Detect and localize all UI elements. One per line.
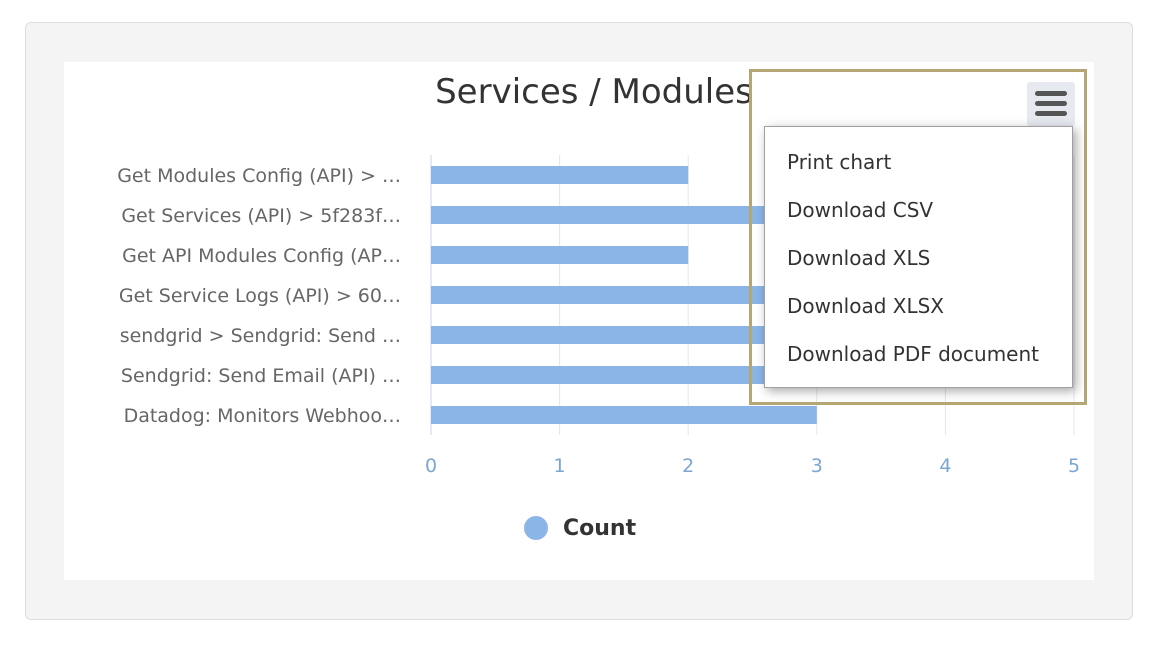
- hamburger-menu-icon-bar-3: [1035, 111, 1067, 116]
- menu-item-download-csv[interactable]: Download CSV: [765, 186, 1072, 234]
- hamburger-menu-icon: [1035, 91, 1067, 96]
- menu-item-download-xlsx[interactable]: Download XLSX: [765, 282, 1072, 330]
- category-label: Get Modules Config (API) > …: [117, 165, 401, 187]
- chart-menu-button[interactable]: [1027, 82, 1075, 126]
- menu-item-print-chart[interactable]: Print chart: [765, 138, 1072, 186]
- bar[interactable]: [431, 286, 817, 304]
- bar[interactable]: [431, 366, 817, 384]
- chart-title: Services / Modules: [435, 72, 753, 112]
- hamburger-menu-icon-bar-2: [1035, 101, 1067, 106]
- category-label: sendgrid > Sendgrid: Send …: [120, 325, 401, 347]
- category-label: Get Service Logs (API) > 60…: [119, 285, 401, 307]
- category-label: Datadog: Monitors Webhoo…: [124, 405, 401, 427]
- export-menu: Print chart Download CSV Download XLS Do…: [764, 126, 1073, 388]
- x-tick-label: 1: [554, 455, 566, 477]
- bar[interactable]: [431, 206, 817, 224]
- bar[interactable]: [431, 326, 817, 344]
- menu-item-download-pdf[interactable]: Download PDF document: [765, 330, 1072, 378]
- x-tick-label: 2: [682, 455, 694, 477]
- x-tick-label: 4: [939, 455, 951, 477]
- legend-label: Count: [563, 515, 637, 541]
- category-label: Sendgrid: Send Email (API) …: [121, 365, 401, 387]
- x-tick-label: 0: [425, 455, 437, 477]
- menu-item-download-xls[interactable]: Download XLS: [765, 234, 1072, 282]
- legend-marker-icon: [524, 516, 548, 540]
- legend-item-count[interactable]: Count: [524, 512, 636, 544]
- x-tick-label: 3: [811, 455, 823, 477]
- bar[interactable]: [431, 406, 817, 424]
- bar[interactable]: [431, 246, 689, 264]
- category-label: Get Services (API) > 5f283f…: [121, 205, 401, 227]
- category-label: Get API Modules Config (AP…: [122, 245, 401, 267]
- x-tick-label: 5: [1068, 455, 1080, 477]
- bar[interactable]: [431, 166, 689, 184]
